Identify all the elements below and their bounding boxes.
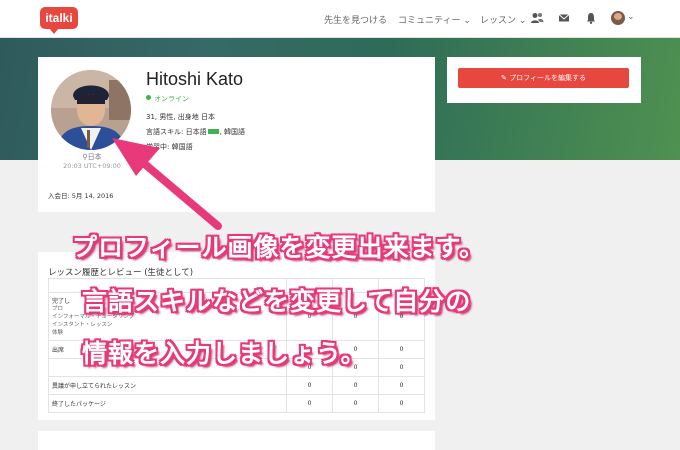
annotation-line-3: 情報を入力しましょう。 <box>82 339 367 368</box>
annotation-line-2: 言語スキルなどを変更して自分の <box>82 287 472 316</box>
annotation-arrow <box>112 138 222 230</box>
annotation-line-1: プロフィール画像を変更出来ます。 <box>72 233 486 262</box>
